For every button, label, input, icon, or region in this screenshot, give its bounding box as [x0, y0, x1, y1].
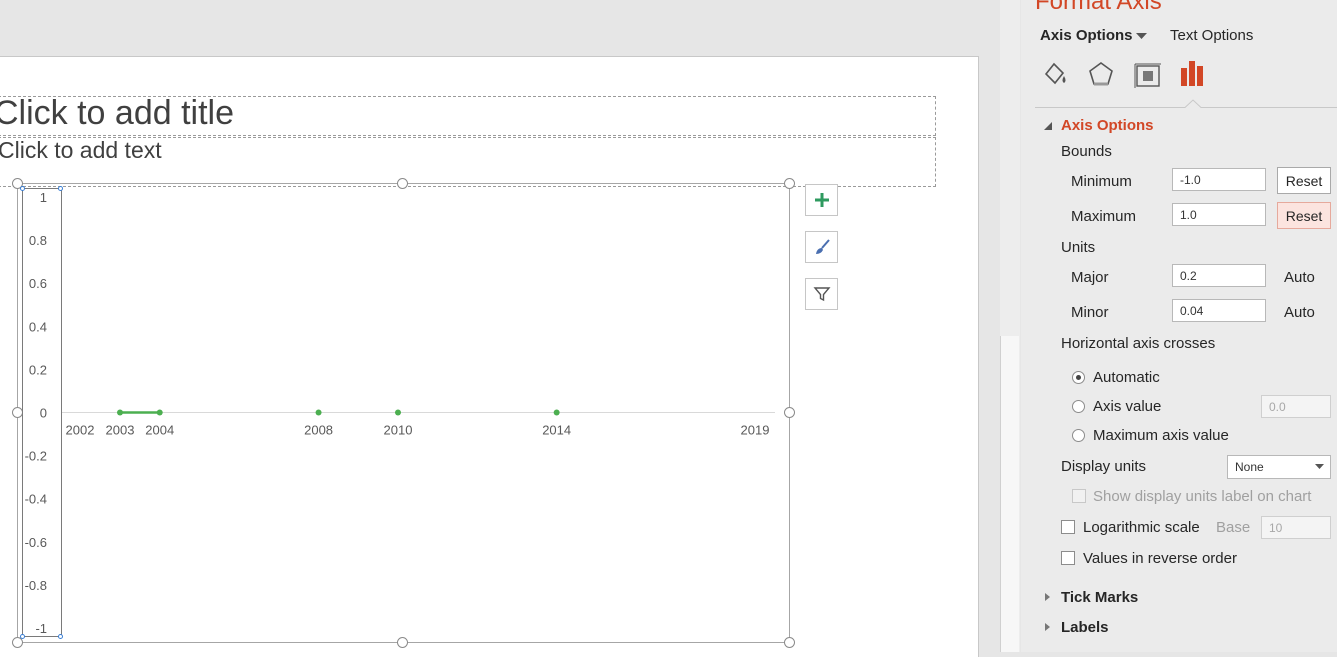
dropdown-arrow-icon[interactable]	[1136, 32, 1148, 40]
effects-icon[interactable]	[1087, 60, 1115, 88]
y-tick-label: 0.2	[29, 362, 47, 377]
format-axis-pane: Format Axis Axis Options Text Options Ax…	[1021, 0, 1337, 652]
base-input[interactable]: 10	[1261, 516, 1331, 539]
chart-styles-button[interactable]	[805, 231, 838, 263]
paintbrush-icon	[815, 239, 830, 254]
chart-elements-button[interactable]	[805, 184, 838, 216]
section-labels[interactable]: Labels	[1061, 619, 1109, 636]
major-auto-label: Auto	[1284, 269, 1315, 286]
logarithmic-scale-checkbox[interactable]	[1061, 520, 1075, 534]
x-tick-label: 2004	[145, 423, 174, 438]
show-units-label-text: Show display units label on chart	[1093, 488, 1312, 505]
show-units-label-checkbox[interactable]	[1072, 489, 1086, 503]
x-tick-label: 2010	[384, 423, 413, 438]
axis-value-label: Axis value	[1093, 398, 1162, 415]
section-axis-options[interactable]: Axis Options	[1061, 117, 1154, 134]
automatic-radio[interactable]	[1072, 371, 1085, 384]
minimum-input[interactable]: -1.0	[1172, 168, 1266, 191]
reverse-order-checkbox[interactable]	[1061, 551, 1075, 565]
tab-axis-options[interactable]: Axis Options	[1040, 27, 1133, 44]
section-tick-marks[interactable]: Tick Marks	[1061, 589, 1138, 606]
horizontal-axis-crosses-label: Horizontal axis crosses	[1061, 335, 1216, 352]
display-units-label: Display units	[1061, 458, 1147, 475]
plus-icon	[814, 193, 829, 207]
minor-auto-label: Auto	[1284, 304, 1315, 321]
y-tick-label: -0.2	[25, 449, 47, 464]
x-tick-label: 2002	[66, 423, 95, 438]
minimum-reset-button[interactable]: Reset	[1277, 167, 1331, 194]
display-units-select[interactable]: None	[1227, 455, 1331, 479]
maximum-input[interactable]: 1.0	[1172, 203, 1266, 226]
maximum-axis-value-radio[interactable]	[1072, 429, 1085, 442]
maximum-label: Maximum	[1071, 208, 1137, 225]
chevron-down-icon	[1315, 464, 1324, 469]
x-tick-label: 2014	[542, 423, 571, 438]
units-label: Units	[1061, 239, 1096, 256]
axis-options-icon[interactable]	[1178, 58, 1208, 88]
logarithmic-scale-label: Logarithmic scale	[1083, 519, 1200, 536]
tab-text-options[interactable]: Text Options	[1170, 27, 1253, 44]
expand-triangle-icon[interactable]	[1045, 593, 1050, 601]
reverse-order-label: Values in reverse order	[1083, 550, 1237, 567]
maximum-reset-button[interactable]: Reset	[1277, 202, 1331, 229]
axis-value-radio[interactable]	[1072, 400, 1085, 413]
data-point[interactable]	[395, 409, 401, 416]
expand-triangle-icon[interactable]	[1045, 623, 1050, 631]
minimum-label: Minimum	[1071, 173, 1132, 190]
bounds-label: Bounds	[1061, 143, 1112, 160]
pane-title: Format Axis	[1035, 0, 1162, 15]
x-tick-label: 2008	[304, 423, 333, 438]
y-tick-label: 0.6	[29, 276, 47, 291]
icon-tab-underline	[1035, 99, 1337, 108]
minor-label: Minor	[1071, 304, 1109, 321]
data-point[interactable]	[553, 409, 560, 416]
maximum-axis-value-label: Maximum axis value	[1093, 427, 1229, 444]
display-units-value: None	[1235, 460, 1264, 474]
fill-line-icon[interactable]	[1041, 60, 1069, 88]
automatic-label: Automatic	[1093, 369, 1160, 386]
chart-filters-button[interactable]	[805, 278, 838, 310]
y-tick-label: 1	[40, 190, 47, 205]
size-properties-icon[interactable]	[1133, 60, 1163, 90]
data-point[interactable]	[117, 409, 123, 416]
base-label: Base	[1216, 519, 1251, 536]
axis-value-input[interactable]: 0.0	[1261, 395, 1331, 418]
funnel-icon	[812, 287, 831, 302]
y-tick-label: -0.8	[25, 578, 47, 593]
line-chart: 1 0.8 0.6 0.4 0.2 0 -0.2 -0.4 -0.6 -0.8 -1 2002 2003…	[25, 190, 775, 636]
x-tick-label: 2003	[106, 423, 135, 438]
minor-input[interactable]: 0.04	[1172, 299, 1266, 322]
y-tick-label: -0.4	[25, 492, 47, 507]
major-input[interactable]: 0.2	[1172, 264, 1266, 287]
y-tick-label: -1	[35, 621, 47, 636]
x-tick-label: 2019	[741, 423, 770, 438]
major-label: Major	[1071, 269, 1109, 286]
y-tick-label: 0.8	[29, 233, 47, 248]
collapse-triangle-icon[interactable]	[1043, 121, 1053, 131]
data-point[interactable]	[156, 409, 163, 416]
y-tick-label: -0.6	[25, 535, 47, 550]
slide-scrollbar[interactable]	[1000, 336, 1019, 652]
data-point[interactable]	[315, 409, 322, 416]
y-tick-label: 0.4	[29, 319, 47, 334]
y-tick-label: 0	[40, 406, 47, 421]
